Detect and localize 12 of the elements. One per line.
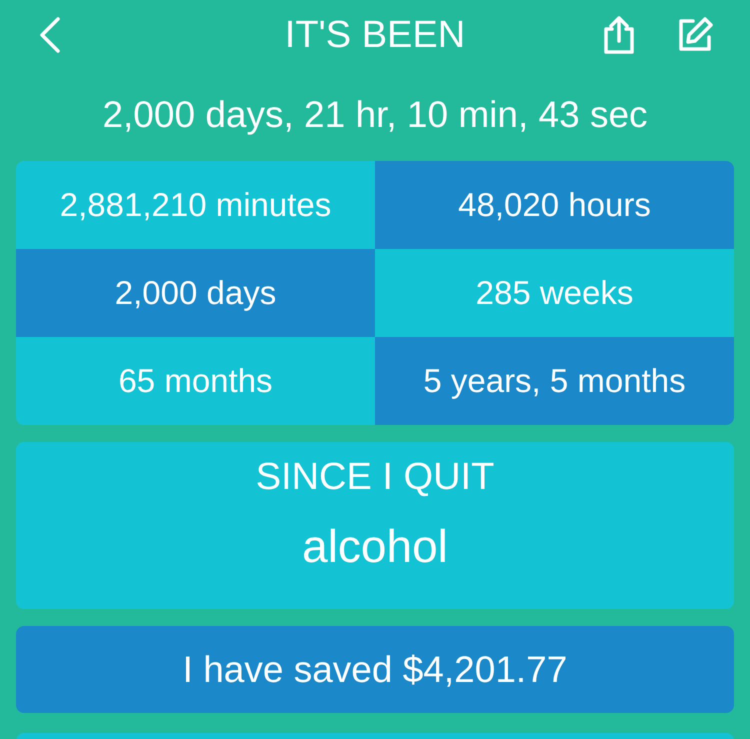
time-unit-cell: 2,881,210 minutes <box>16 161 375 249</box>
savings-text: I have saved $4,201.77 <box>182 648 568 690</box>
habit-name: alcohol <box>302 519 448 573</box>
elapsed-time: 2,000 days, 21 hr, 10 min, 43 sec <box>102 94 648 135</box>
share-icon[interactable] <box>602 15 636 55</box>
time-unit-cell: 5 years, 5 months <box>375 337 734 425</box>
card-heading: SINCE I QUIT <box>256 456 494 499</box>
time-unit-cell: 48,020 hours <box>375 161 734 249</box>
time-unit-cell: 285 weeks <box>375 249 734 337</box>
time-unit-cell: 2,000 days <box>16 249 375 337</box>
screen-title: IT'S BEEN <box>284 14 466 56</box>
time-unit-cell: 65 months <box>16 337 375 425</box>
